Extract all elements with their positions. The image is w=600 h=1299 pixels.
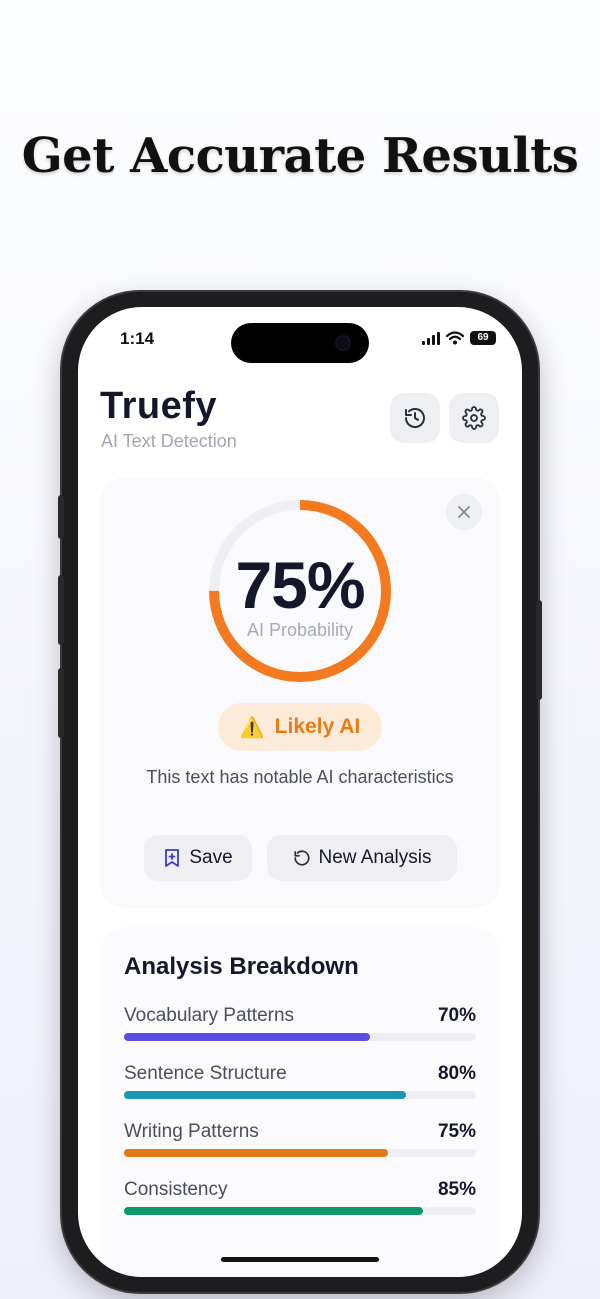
metric-row: Writing Patterns 75% bbox=[124, 1121, 476, 1161]
save-button-label: Save bbox=[189, 847, 233, 868]
metric-value: 85% bbox=[437, 1179, 476, 1200]
metric-label: Sentence Structure bbox=[124, 1063, 287, 1084]
cellular-signal-icon bbox=[422, 331, 440, 345]
power-button bbox=[536, 600, 542, 700]
metric-label: Consistency bbox=[124, 1179, 228, 1200]
metric-row: Sentence Structure 80% bbox=[124, 1063, 476, 1103]
history-icon bbox=[405, 408, 425, 428]
result-card: 75% AI Probability ⚠️ Likely AI This tex… bbox=[100, 477, 500, 909]
metric-track bbox=[124, 1149, 476, 1157]
warning-icon: ⚠️ bbox=[239, 716, 265, 739]
status-icons: 69 bbox=[422, 331, 496, 345]
home-indicator bbox=[221, 1257, 379, 1262]
dynamic-island bbox=[231, 323, 369, 363]
probability-label: AI Probability bbox=[246, 620, 354, 640]
breakdown-title: Analysis Breakdown bbox=[124, 953, 359, 980]
metric-track bbox=[124, 1207, 476, 1215]
phone-screen: 1:14 69 Truefy AI Text Detection 75% AI … bbox=[78, 307, 522, 1277]
metric-value: 70% bbox=[437, 1005, 476, 1026]
app-subtitle: AI Text Detection bbox=[101, 431, 237, 451]
headline: Get Accurate Results bbox=[21, 128, 579, 184]
bookmark-add-icon bbox=[165, 849, 180, 867]
metric-row: Vocabulary Patterns 70% bbox=[124, 1005, 476, 1045]
action-button bbox=[58, 495, 64, 539]
metric-value: 75% bbox=[437, 1121, 476, 1142]
metric-label: Vocabulary Patterns bbox=[124, 1005, 295, 1026]
new-analysis-button[interactable]: New Analysis bbox=[267, 835, 457, 881]
verdict-text: Likely AI bbox=[274, 715, 361, 738]
gear-icon bbox=[462, 406, 486, 430]
new-analysis-label: New Analysis bbox=[318, 847, 432, 868]
volume-up-button bbox=[58, 575, 64, 645]
metric-row: Consistency 85% bbox=[124, 1179, 476, 1219]
close-icon bbox=[458, 506, 470, 518]
metric-bar bbox=[124, 1091, 406, 1099]
probability-value: 75% bbox=[235, 548, 365, 622]
close-button[interactable] bbox=[446, 494, 482, 530]
wifi-icon bbox=[446, 331, 464, 345]
app-title: Truefy bbox=[100, 385, 218, 427]
metric-label: Writing Patterns bbox=[124, 1121, 259, 1142]
settings-button[interactable] bbox=[449, 393, 499, 443]
metric-value: 80% bbox=[437, 1063, 476, 1084]
breakdown-card: Analysis Breakdown Vocabulary Patterns 7… bbox=[100, 927, 500, 1277]
metric-track bbox=[124, 1091, 476, 1099]
metric-track bbox=[124, 1033, 476, 1041]
metric-bar bbox=[124, 1149, 388, 1157]
volume-down-button bbox=[58, 668, 64, 738]
refresh-icon bbox=[293, 850, 310, 866]
battery-indicator: 69 bbox=[470, 331, 496, 345]
verdict-description: This text has notable AI characteristics bbox=[146, 767, 454, 787]
metric-bar bbox=[124, 1033, 371, 1041]
history-button[interactable] bbox=[390, 393, 440, 443]
verdict-badge: ⚠️ Likely AI bbox=[218, 703, 382, 751]
save-button[interactable]: Save bbox=[144, 835, 252, 881]
status-time: 1:14 bbox=[120, 329, 155, 348]
metric-bar bbox=[124, 1207, 424, 1215]
